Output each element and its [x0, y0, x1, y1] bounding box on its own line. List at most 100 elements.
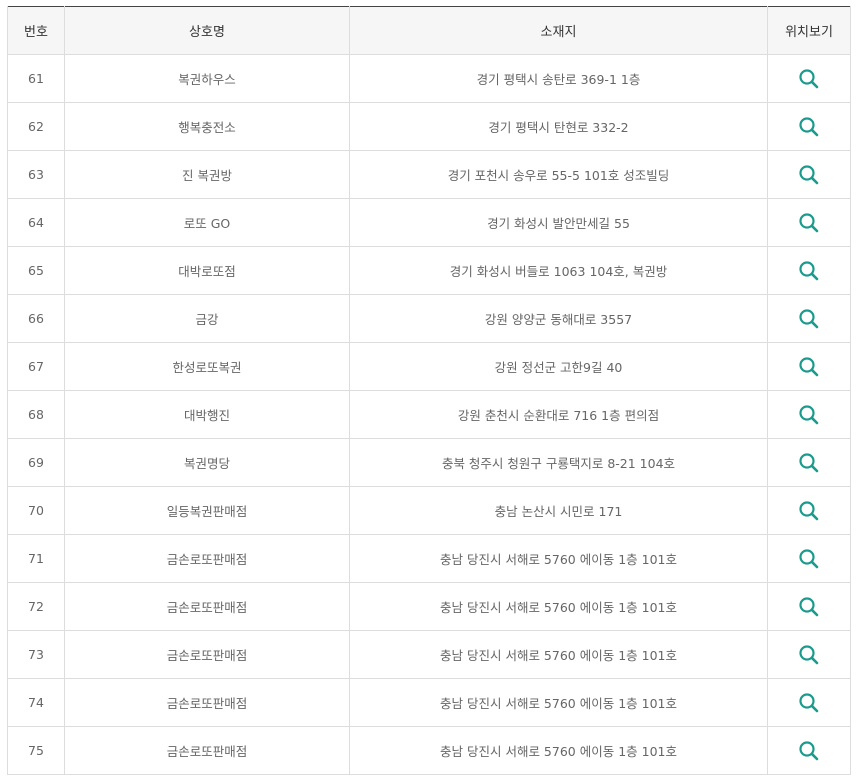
row-number: 69 — [7, 438, 65, 487]
view-location-button[interactable] — [798, 404, 820, 426]
search-icon — [799, 308, 819, 328]
view-location-button[interactable] — [798, 212, 820, 234]
store-address: 충남 당진시 서해로 5760 에이동 1층 101호 — [349, 678, 768, 727]
search-icon — [799, 548, 819, 568]
row-number: 63 — [7, 150, 65, 199]
location-cell — [767, 54, 851, 103]
header-number: 번호 — [7, 6, 65, 55]
view-location-button[interactable] — [798, 500, 820, 522]
search-icon — [799, 356, 819, 376]
location-cell — [767, 486, 851, 535]
table-body: 61 복권하우스 경기 평택시 송탄로 369-1 1층 62 행복충전소 경기 평택시 … — [7, 54, 851, 775]
table-row: 71 금손로또판매점 충남 당진시 서해로 5760 에이동 1층 101호 — [7, 534, 851, 583]
location-cell — [767, 342, 851, 391]
store-table-container: 번호 상호명 소재지 위치보기 61 복권하우스 경기 평택시 송탄로 369-1 … — [7, 6, 851, 775]
store-address: 경기 평택시 송탄로 369-1 1층 — [349, 54, 768, 103]
store-name: 로또 GO — [64, 198, 350, 247]
location-cell — [767, 726, 851, 775]
store-name: 진 복권방 — [64, 150, 350, 199]
view-location-button[interactable] — [798, 644, 820, 666]
row-number: 62 — [7, 102, 65, 151]
store-name: 대박로또점 — [64, 246, 350, 295]
view-location-button[interactable] — [798, 452, 820, 474]
store-name: 금손로또판매점 — [64, 726, 350, 775]
store-address: 강원 춘천시 순환대로 716 1층 편의점 — [349, 390, 768, 439]
store-name: 행복충전소 — [64, 102, 350, 151]
table-row: 67 한성로또복권 강원 정선군 고한9길 40 — [7, 342, 851, 391]
store-table: 번호 상호명 소재지 위치보기 61 복권하우스 경기 평택시 송탄로 369-1 … — [7, 6, 851, 775]
row-number: 67 — [7, 342, 65, 391]
table-row: 68 대박행진 강원 춘천시 순환대로 716 1층 편의점 — [7, 390, 851, 439]
view-location-button[interactable] — [798, 548, 820, 570]
location-cell — [767, 102, 851, 151]
store-address: 경기 포천시 송우로 55-5 101호 성조빌딩 — [349, 150, 768, 199]
store-address: 충북 청주시 청원구 구룡택지로 8-21 104호 — [349, 438, 768, 487]
store-name: 금손로또판매점 — [64, 630, 350, 679]
view-location-button[interactable] — [798, 116, 820, 138]
search-icon — [799, 500, 819, 520]
store-address: 강원 양양군 동해대로 3557 — [349, 294, 768, 343]
location-cell — [767, 438, 851, 487]
row-number: 70 — [7, 486, 65, 535]
location-cell — [767, 534, 851, 583]
location-cell — [767, 630, 851, 679]
search-icon — [799, 692, 819, 712]
table-row: 72 금손로또판매점 충남 당진시 서해로 5760 에이동 1층 101호 — [7, 582, 851, 631]
view-location-button[interactable] — [798, 164, 820, 186]
row-number: 73 — [7, 630, 65, 679]
view-location-button[interactable] — [798, 68, 820, 90]
row-number: 71 — [7, 534, 65, 583]
store-name: 일등복권판매점 — [64, 486, 350, 535]
location-cell — [767, 582, 851, 631]
search-icon — [799, 596, 819, 616]
table-row: 66 금강 강원 양양군 동해대로 3557 — [7, 294, 851, 343]
store-address: 경기 평택시 탄현로 332-2 — [349, 102, 768, 151]
store-address: 경기 화성시 버들로 1063 104호, 복권방 — [349, 246, 768, 295]
table-row: 61 복권하우스 경기 평택시 송탄로 369-1 1층 — [7, 54, 851, 103]
location-cell — [767, 246, 851, 295]
store-address: 충남 당진시 서해로 5760 에이동 1층 101호 — [349, 582, 768, 631]
row-number: 72 — [7, 582, 65, 631]
search-icon — [799, 644, 819, 664]
view-location-button[interactable] — [798, 692, 820, 714]
header-address: 소재지 — [349, 6, 768, 55]
table-row: 73 금손로또판매점 충남 당진시 서해로 5760 에이동 1층 101호 — [7, 630, 851, 679]
store-address: 경기 화성시 발안만세길 55 — [349, 198, 768, 247]
row-number: 68 — [7, 390, 65, 439]
row-number: 75 — [7, 726, 65, 775]
store-name: 금손로또판매점 — [64, 582, 350, 631]
view-location-button[interactable] — [798, 596, 820, 618]
row-number: 66 — [7, 294, 65, 343]
search-icon — [799, 164, 819, 184]
location-cell — [767, 198, 851, 247]
header-name: 상호명 — [64, 6, 350, 55]
store-address: 충남 당진시 서해로 5760 에이동 1층 101호 — [349, 726, 768, 775]
location-cell — [767, 678, 851, 727]
table-row: 74 금손로또판매점 충남 당진시 서해로 5760 에이동 1층 101호 — [7, 678, 851, 727]
table-row: 75 금손로또판매점 충남 당진시 서해로 5760 에이동 1층 101호 — [7, 726, 851, 775]
search-icon — [799, 404, 819, 424]
store-name: 한성로또복권 — [64, 342, 350, 391]
table-row: 64 로또 GO 경기 화성시 발안만세길 55 — [7, 198, 851, 247]
store-name: 금손로또판매점 — [64, 534, 350, 583]
search-icon — [799, 68, 819, 88]
store-name: 금강 — [64, 294, 350, 343]
location-cell — [767, 294, 851, 343]
search-icon — [799, 452, 819, 472]
location-cell — [767, 150, 851, 199]
store-name: 금손로또판매점 — [64, 678, 350, 727]
row-number: 74 — [7, 678, 65, 727]
view-location-button[interactable] — [798, 308, 820, 330]
view-location-button[interactable] — [798, 740, 820, 762]
search-icon — [799, 260, 819, 280]
search-icon — [799, 740, 819, 760]
view-location-button[interactable] — [798, 260, 820, 282]
table-header-row: 번호 상호명 소재지 위치보기 — [7, 6, 851, 55]
search-icon — [799, 116, 819, 136]
location-cell — [767, 390, 851, 439]
view-location-button[interactable] — [798, 356, 820, 378]
row-number: 65 — [7, 246, 65, 295]
store-address: 충남 당진시 서해로 5760 에이동 1층 101호 — [349, 630, 768, 679]
store-name: 복권명당 — [64, 438, 350, 487]
store-address: 강원 정선군 고한9길 40 — [349, 342, 768, 391]
